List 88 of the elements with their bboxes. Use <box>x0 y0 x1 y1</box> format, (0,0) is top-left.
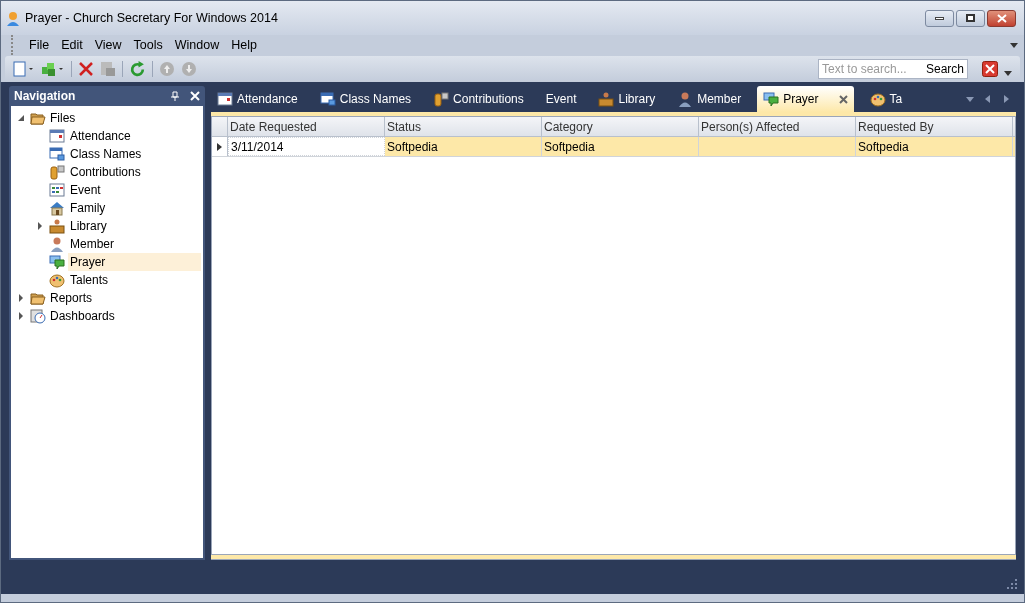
calendar-icon <box>217 91 233 107</box>
document-tab[interactable]: Attendance <box>211 86 304 112</box>
tree-item[interactable]: Files <box>49 109 76 127</box>
tree-item[interactable]: Prayer <box>68 253 201 271</box>
tab-label: Library <box>618 91 656 108</box>
new-document-icon[interactable] <box>13 61 35 77</box>
calendar-icon <box>49 128 65 144</box>
table-cell: Softpedia <box>385 137 542 156</box>
delete-icon[interactable] <box>78 61 94 77</box>
menu-item[interactable]: Help <box>225 35 263 55</box>
table-cell: Softpedia <box>542 137 699 156</box>
maximize-button[interactable] <box>956 9 985 27</box>
person-icon <box>49 236 65 252</box>
column-header[interactable]: Person(s) Affected <box>699 117 856 136</box>
app-icon <box>5 10 21 26</box>
menu-item[interactable]: File <box>23 35 56 55</box>
scroll-left-icon[interactable] <box>984 95 992 103</box>
overflow-arrow-icon[interactable] <box>1004 69 1012 77</box>
folder-icon <box>30 290 46 306</box>
tree-item[interactable]: Attendance <box>68 127 201 145</box>
window-icon <box>49 146 65 162</box>
tree-item[interactable]: Event <box>68 181 201 199</box>
tab-label: Event <box>545 91 577 108</box>
tab-label: Prayer <box>783 91 819 108</box>
desk-icon <box>49 218 65 234</box>
search-field[interactable]: Text to search... Search <box>818 59 968 79</box>
tab-label: Member <box>697 91 742 108</box>
menu-item[interactable]: Edit <box>55 35 89 55</box>
column-header[interactable]: Status <box>385 117 542 136</box>
tree-item[interactable]: Class Names <box>68 145 201 163</box>
palette-icon <box>869 91 886 107</box>
chat-icon <box>49 254 65 270</box>
refresh-icon[interactable] <box>129 60 146 78</box>
scroll-right-icon[interactable] <box>1002 95 1010 103</box>
search-button[interactable]: Search <box>925 60 964 78</box>
table-cell: 3/11/2014 <box>228 137 385 156</box>
document-tab[interactable]: Contributions <box>427 86 530 112</box>
tab-label: Class Names <box>339 91 412 108</box>
clear-icon[interactable] <box>982 61 998 77</box>
column-header[interactable]: Requested By <box>856 117 1013 136</box>
tree-item[interactable]: Dashboards <box>49 307 115 325</box>
tree-item[interactable]: Reports <box>49 289 93 307</box>
close-icon <box>996 13 1007 23</box>
person-icon <box>677 91 694 107</box>
palette-icon <box>49 272 65 288</box>
tree-item[interactable]: Library <box>68 217 201 235</box>
resize-grip-icon[interactable] <box>1007 579 1018 590</box>
tab-list-arrow-icon[interactable] <box>966 95 974 103</box>
window-icon <box>319 91 336 107</box>
tab-label: Ta <box>889 91 903 108</box>
document-tab[interactable]: Ta <box>863 86 909 112</box>
house-icon <box>49 200 65 216</box>
menu-item[interactable]: View <box>88 35 128 55</box>
column-header[interactable]: Category <box>542 117 699 136</box>
document-tab[interactable]: Event <box>539 86 583 112</box>
blocks-icon[interactable] <box>41 61 65 77</box>
column-header[interactable]: Date Requested <box>228 117 385 136</box>
document-tab[interactable]: Library <box>592 86 662 112</box>
overflow-arrow-icon[interactable] <box>1010 41 1018 49</box>
current-row-icon <box>217 142 222 151</box>
tree-item[interactable]: Family <box>68 199 201 217</box>
window-title: Prayer - Church Secretary For Windows 2014 <box>25 9 278 27</box>
grid-icon <box>49 182 65 198</box>
desk-icon <box>598 91 615 107</box>
tree-item[interactable]: Contributions <box>68 163 201 181</box>
menu-item[interactable]: Tools <box>127 35 169 55</box>
minimize-icon <box>935 16 944 20</box>
tab-label: Attendance <box>237 91 298 108</box>
table-cell: Softpedia <box>856 137 1013 156</box>
table-row[interactable]: 3/11/2014 Softpedia Softpedia Softpedia <box>212 137 1015 157</box>
close-icon[interactable] <box>838 94 848 104</box>
coins-icon <box>49 164 65 180</box>
folder-icon <box>30 110 46 126</box>
close-button[interactable] <box>987 9 1016 27</box>
menu-item[interactable]: Window <box>168 35 226 55</box>
maximize-icon <box>966 14 975 22</box>
pin-icon[interactable] <box>170 91 180 101</box>
tree-item[interactable]: Talents <box>68 271 201 289</box>
tree-item[interactable]: Member <box>68 235 201 253</box>
document-tab[interactable]: Member <box>671 86 748 112</box>
chat-icon <box>763 91 780 107</box>
document-tab[interactable]: Prayer <box>757 86 854 112</box>
document-tab[interactable]: Class Names <box>313 86 418 112</box>
gauge-icon <box>30 308 46 324</box>
tab-label: Contributions <box>453 91 524 108</box>
coins-icon <box>433 91 450 107</box>
panel-title: Navigation <box>14 88 76 105</box>
minimize-button[interactable] <box>925 9 954 27</box>
